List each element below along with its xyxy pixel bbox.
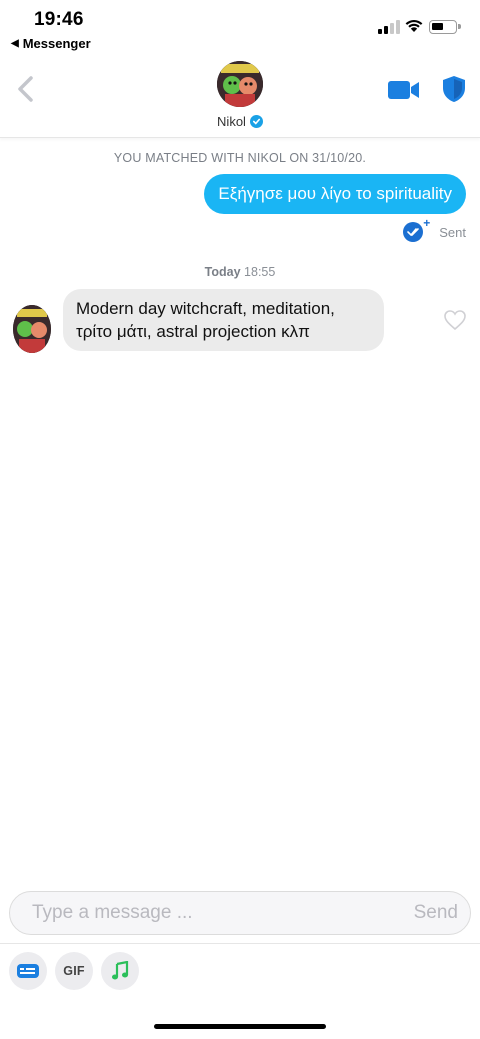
contact-name: Nikol xyxy=(217,114,246,129)
music-note-icon xyxy=(112,961,129,980)
sent-label: Sent xyxy=(439,224,466,240)
incoming-message-line: τρίτο μάτι, astral projection κλπ xyxy=(76,322,310,341)
incoming-message-bubble[interactable]: Modern day witchcraft, meditation, τρίτο… xyxy=(63,289,384,351)
card-button[interactable] xyxy=(9,952,47,990)
back-to-app-link[interactable]: ◀ Messenger xyxy=(11,36,91,51)
message-input[interactable] xyxy=(32,892,392,934)
music-button[interactable] xyxy=(101,952,139,990)
card-icon xyxy=(17,964,39,978)
status-time: 19:46 xyxy=(34,9,84,30)
gif-label: GIF xyxy=(63,964,85,978)
delivery-status: + Sent xyxy=(403,216,466,244)
day-separator: Today 18:55 xyxy=(0,265,480,279)
send-button[interactable]: Send xyxy=(414,892,458,934)
message-composer: Send xyxy=(9,891,471,935)
like-heart-icon[interactable] xyxy=(443,309,467,331)
back-chevron-icon[interactable] xyxy=(12,74,42,104)
battery-icon xyxy=(429,20,461,34)
day-time: 18:55 xyxy=(244,265,276,279)
gif-button[interactable]: GIF xyxy=(55,952,93,990)
verified-badge-icon xyxy=(249,115,263,128)
chat-header: Nikol xyxy=(0,56,480,138)
match-notice: YOU MATCHED WITH NIKOL ON 31/10/20. xyxy=(113,151,367,165)
status-bar: 19:46 ◀ Messenger xyxy=(0,0,480,56)
signal-icon xyxy=(378,20,400,34)
back-triangle-icon: ◀ xyxy=(11,38,19,49)
contact-name-row[interactable]: Nikol xyxy=(0,114,480,129)
wifi-icon xyxy=(405,19,423,32)
back-app-label: Messenger xyxy=(22,36,91,51)
read-receipt-icon[interactable]: + xyxy=(403,216,431,244)
contact-avatar[interactable] xyxy=(217,61,263,107)
day-label: Today xyxy=(204,265,241,279)
sender-avatar[interactable] xyxy=(13,305,51,353)
incoming-message-line: Modern day witchcraft, meditation, xyxy=(76,299,335,318)
safety-shield-icon[interactable] xyxy=(441,75,467,103)
outgoing-message-bubble[interactable]: Εξήγησε μου λίγο το spirituality xyxy=(204,174,466,214)
toolbar-divider xyxy=(0,943,480,944)
home-indicator xyxy=(154,1024,326,1029)
video-call-icon[interactable] xyxy=(387,78,421,102)
